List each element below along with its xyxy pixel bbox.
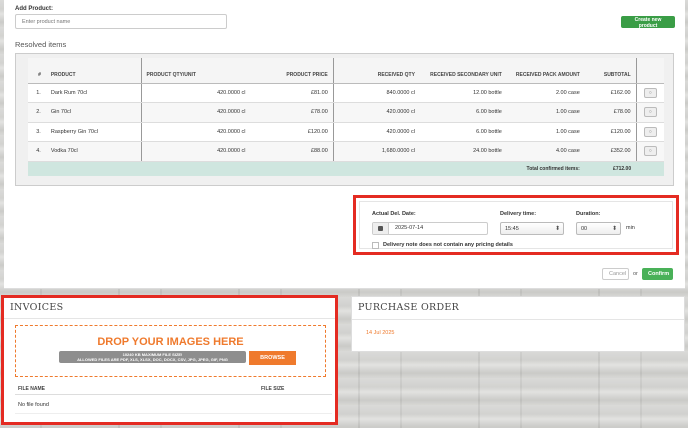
col-received-qty: RECEIVED QTY <box>332 58 420 84</box>
row-qty-unit: 420.0000 cl <box>141 83 251 103</box>
browse-button[interactable]: BROWSE <box>249 351 296 365</box>
row-received-qty: 420.0000 cl <box>332 122 420 142</box>
dropzone-info: 10240 KB MAXIMUM FILE SIZE! ALLOWED FILE… <box>59 351 246 363</box>
resolved-items-table: # PRODUCT PRODUCT QTY/UNIT PRODUCT PRICE… <box>28 58 664 176</box>
purchase-order-panel: PURCHASE ORDER 14 Jul 2025 <box>351 296 685 352</box>
row-action-cell: ○ <box>635 102 664 123</box>
invoices-title: INVOICES <box>10 302 64 313</box>
delivery-time-label: Delivery time: <box>500 211 537 217</box>
row-action-cell: ○ <box>635 122 664 142</box>
row-number: 4. <box>28 141 46 162</box>
col-product: PRODUCT <box>45 58 142 84</box>
col-qty-unit: PRODUCT QTY/UNIT <box>141 58 251 84</box>
row-action-cell: ○ <box>635 83 664 103</box>
table-row: 4. Vodka 70cl 420.0000 cl £88.00 1,680.0… <box>28 141 664 162</box>
row-received-pack: 1.00 case <box>506 122 585 142</box>
cancel-button[interactable]: Cancel <box>602 268 629 280</box>
row-received-qty: 1,680.0000 cl <box>332 141 420 162</box>
row-qty-unit: 420.0000 cl <box>141 122 251 142</box>
row-received-secondary: 24.00 bottle <box>419 141 507 162</box>
no-file-text: No file found <box>18 402 49 408</box>
col-number: # <box>28 58 46 84</box>
no-pricing-checkbox[interactable] <box>372 242 379 249</box>
row-action-cell: ○ <box>635 141 664 162</box>
no-pricing-label: Delivery note does not contain any prici… <box>383 242 513 248</box>
row-received-pack: 4.00 case <box>506 141 585 162</box>
total-row: Total confirmed items: £712.00 <box>28 161 664 176</box>
create-new-product-button[interactable]: Create new product <box>621 16 675 29</box>
row-action-icon[interactable]: ○ <box>643 107 657 118</box>
purchase-order-title: PURCHASE ORDER <box>358 302 460 313</box>
row-number: 3. <box>28 122 46 142</box>
col-price: PRODUCT PRICE <box>250 58 334 84</box>
row-price: £120.00 <box>250 122 334 142</box>
receive-panel: Add Product: Create new product Resolved… <box>4 0 685 289</box>
row-qty-unit: 420.0000 cl <box>141 141 251 162</box>
file-size-header: FILE SIZE <box>261 386 285 392</box>
col-received-secondary: RECEIVED SECONDARY UNIT <box>419 58 507 84</box>
add-product-label: Add Product: <box>15 6 53 12</box>
product-search-input[interactable] <box>15 14 227 29</box>
or-text: or <box>633 271 638 277</box>
row-product: Dark Rum 70cl <box>45 83 142 103</box>
row-received-pack: 1.00 case <box>506 102 585 123</box>
delivery-time-select[interactable]: 15:45 <box>500 222 564 235</box>
total-value: £712.00 <box>584 161 637 176</box>
row-price: £78.00 <box>250 102 334 123</box>
table-row: 2. Gin 70cl 420.0000 cl £78.00 420.0000 … <box>28 102 664 123</box>
actual-date-value: 2025-07-14 <box>395 225 424 231</box>
row-action-icon[interactable]: ○ <box>643 126 657 137</box>
actual-date-field[interactable]: 2025-07-14 <box>372 222 488 235</box>
row-subtotal: £352.00 <box>584 141 637 162</box>
resolved-items-table-container: # PRODUCT PRODUCT QTY/UNIT PRODUCT PRICE… <box>15 53 674 186</box>
table-row: 1. Dark Rum 70cl 420.0000 cl £81.00 840.… <box>28 83 664 103</box>
row-received-secondary: 12.00 bottle <box>419 83 507 103</box>
duration-unit: min <box>626 225 635 231</box>
purchase-order-date[interactable]: 14 Jul 2025 <box>366 330 394 336</box>
row-product: Vodka 70cl <box>45 141 142 162</box>
invoices-panel: INVOICES DROP YOUR IMAGES HERE 10240 KB … <box>1 295 338 425</box>
calendar-icon[interactable] <box>373 223 389 234</box>
col-received-pack: RECEIVED PACK AMOUNT <box>506 58 585 84</box>
row-received-qty: 840.0000 cl <box>332 83 420 103</box>
row-received-secondary: 6.00 bottle <box>419 122 507 142</box>
file-name-header: FILE NAME <box>18 386 45 392</box>
image-dropzone[interactable]: DROP YOUR IMAGES HERE 10240 KB MAXIMUM F… <box>15 325 326 377</box>
row-action-icon[interactable]: ○ <box>643 87 657 98</box>
resolved-items-title: Resolved items <box>15 40 67 49</box>
total-label: Total confirmed items: <box>28 161 585 176</box>
file-list-header: FILE NAME FILE SIZE <box>15 384 332 395</box>
row-subtotal: £78.00 <box>584 102 637 123</box>
row-product: Raspberry Gin 70cl <box>45 122 142 142</box>
row-number: 2. <box>28 102 46 123</box>
row-received-pack: 2.00 case <box>506 83 585 103</box>
dropzone-title: DROP YOUR IMAGES HERE <box>97 336 244 348</box>
duration-select[interactable]: 00 <box>576 222 621 235</box>
actual-date-label: Actual Del. Date: <box>372 211 416 217</box>
row-action-icon[interactable]: ○ <box>643 146 657 157</box>
row-price: £81.00 <box>250 83 334 103</box>
allowed-files-text: ALLOWED FILES ARE PDF, XLS, XLSX, DOC, D… <box>77 357 228 362</box>
table-header-row: # PRODUCT PRODUCT QTY/UNIT PRODUCT PRICE… <box>28 58 664 84</box>
delivery-details-box: Actual Del. Date: 2025-07-14 Delivery ti… <box>353 195 679 255</box>
col-actions <box>635 58 664 84</box>
row-qty-unit: 420.0000 cl <box>141 102 251 123</box>
row-product: Gin 70cl <box>45 102 142 123</box>
row-subtotal: £162.00 <box>584 83 637 103</box>
row-subtotal: £120.00 <box>584 122 637 142</box>
row-received-secondary: 6.00 bottle <box>419 102 507 123</box>
duration-label: Duration: <box>576 211 601 217</box>
row-price: £88.00 <box>250 141 334 162</box>
row-received-qty: 420.0000 cl <box>332 102 420 123</box>
table-row: 3. Raspberry Gin 70cl 420.0000 cl £120.0… <box>28 122 664 142</box>
confirm-button[interactable]: Confirm <box>642 268 673 280</box>
row-number: 1. <box>28 83 46 103</box>
col-subtotal: SUBTOTAL <box>584 58 637 84</box>
